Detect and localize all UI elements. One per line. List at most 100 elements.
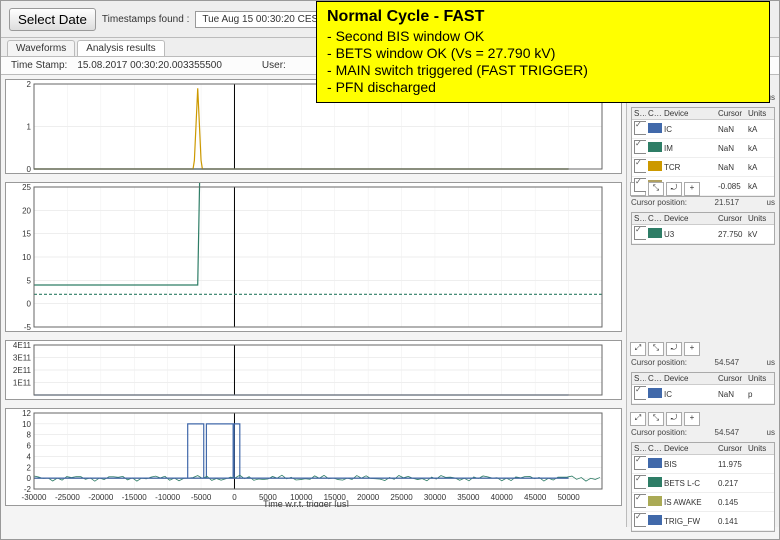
legend-row[interactable]: ICNaNkA [632,120,774,139]
legend-tool-button[interactable]: + [684,412,700,426]
legend-row[interactable]: ICNaNp [632,385,774,404]
legend-col-col.: Col. [646,373,662,384]
legend-col-cursor: Cursor [716,213,746,224]
legend-tool-button[interactable]: ⤡ [648,412,664,426]
legend-device: BETS L-C [662,478,716,489]
legend-col-cursor: Cursor [716,443,746,454]
cursor-label: Cursor position: [631,358,687,367]
legend-checkbox[interactable] [634,513,646,527]
legend-checkbox[interactable] [634,121,646,135]
legend-device: IM [662,143,716,154]
legend-tool-button[interactable]: ⤾ [666,342,682,356]
legend-col-device: Device [662,108,716,119]
legend-tool-button[interactable]: + [684,342,700,356]
svg-text:-25000: -25000 [55,493,80,502]
svg-text:0: 0 [27,300,32,309]
svg-text:2: 2 [27,463,32,472]
legend-tool-button[interactable]: ⤾ [666,412,682,426]
timestamps-found-label: Timestamps found : [102,14,189,25]
svg-text:5: 5 [27,276,32,285]
legend-row[interactable]: BETS L-C0.217 [632,474,774,493]
svg-text:0: 0 [27,474,32,483]
svg-text:8: 8 [27,431,32,440]
annotation-note: Normal Cycle - FAST Second BIS window OK… [316,1,770,103]
legend-checkbox[interactable] [634,386,646,400]
legend-cursor: 0.145 [716,497,746,508]
svg-text:10: 10 [22,420,31,429]
legend-device: TCR [662,162,716,173]
svg-text:2: 2 [27,80,32,89]
legend-swatch [648,515,662,525]
note-item: PFN discharged [327,79,759,95]
svg-text:50000: 50000 [557,493,580,502]
tab-analysis[interactable]: Analysis results [77,40,164,56]
legend-checkbox[interactable] [634,494,646,508]
legend-row[interactable]: IMNaNkA [632,139,774,158]
cursor-value: 21.517 [715,198,739,207]
legend-col-units: Units [746,213,774,224]
legend-swatch [648,228,662,238]
legend-panel: ⤢⤡⤾+Cursor position:54.547usSelCol.Devic… [626,75,779,527]
legend-cursor: 11.975 [716,459,746,470]
cursor-label: Cursor position: [631,428,687,437]
legend-checkbox[interactable] [634,140,646,154]
legend-swatch [648,123,662,133]
cursor-units: us [767,358,775,367]
legend-cursor: 27.750 [716,229,746,240]
legend-tool-button[interactable]: ⤡ [648,342,664,356]
legend-checkbox[interactable] [634,456,646,470]
chart-3[interactable]: 1E112E113E114E11 [5,340,622,400]
tab-waveforms[interactable]: Waveforms [7,40,75,56]
legend-tool-button[interactable]: ⤡ [648,182,664,196]
legend-col-sel: Sel [632,443,646,454]
svg-text:20: 20 [22,206,31,215]
legend-tool-button[interactable]: ⤾ [666,182,682,196]
svg-text:-5: -5 [24,323,32,332]
legend-checkbox[interactable] [634,178,646,192]
timestamp-value: 15.08.2017 00:30:20.003355500 [77,60,222,71]
legend-device: IS AWAKE [662,497,716,508]
legend-swatch [648,142,662,152]
svg-text:12: 12 [22,409,31,418]
cursor-value: 54.547 [715,358,739,367]
legend-row[interactable]: U327.750kV [632,225,774,244]
timestamp-label: Time Stamp: [11,60,67,71]
cursor-units: us [767,428,775,437]
legend-tool-button[interactable]: + [684,182,700,196]
legend-row[interactable]: IS AWAKE0.145 [632,493,774,512]
note-item: BETS window OK (Vs = 27.790 kV) [327,45,759,61]
legend-units [746,482,774,484]
legend-tool-button[interactable]: ⤢ [630,342,646,356]
svg-text:2E11: 2E11 [13,366,32,375]
legend-device: IC [662,389,716,400]
legend-row[interactable]: TCRNaNkA [632,158,774,177]
legend-units: kA [746,162,774,173]
cursor-label: Cursor position: [631,198,687,207]
cursor-value: 54.547 [715,428,739,437]
svg-text:20000: 20000 [357,493,380,502]
select-date-button[interactable]: Select Date [9,8,96,31]
legend-checkbox[interactable] [634,475,646,489]
svg-text:-5000: -5000 [191,493,212,502]
legend-row[interactable]: TRIG_FW0.141 [632,512,774,531]
chart-2[interactable]: -50510152025 [5,182,622,332]
legend-col-sel: Sel [632,213,646,224]
legend-tool-button[interactable]: ⤢ [630,412,646,426]
svg-text:4E11: 4E11 [13,341,32,350]
chart-4[interactable]: -2024681012-30000-25000-20000-15000-1000… [5,408,622,506]
note-item: Second BIS window OK [327,28,759,44]
legend-checkbox[interactable] [634,159,646,173]
legend-device: U3 [662,229,716,240]
svg-text:-15000: -15000 [122,493,147,502]
legend-units [746,501,774,503]
legend-row[interactable]: BIS11.975 [632,455,774,474]
legend-checkbox[interactable] [634,226,646,240]
legend-swatch [648,477,662,487]
legend-col-col.: Col. [646,443,662,454]
legend-units: kV [746,229,774,240]
svg-text:0: 0 [232,493,237,502]
legend-units [746,520,774,522]
legend-swatch [648,388,662,398]
legend-units [746,463,774,465]
svg-text:6: 6 [27,442,32,451]
